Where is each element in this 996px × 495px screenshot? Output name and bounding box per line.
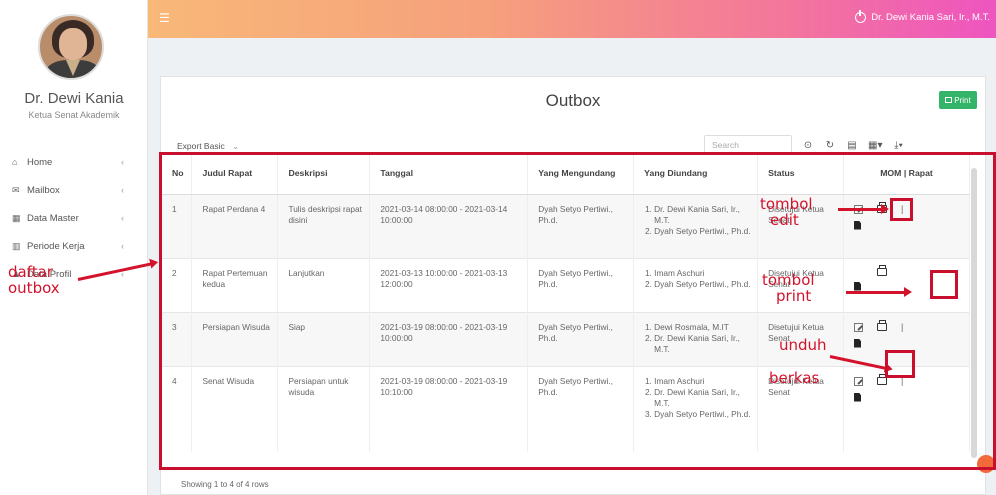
power-icon xyxy=(855,10,867,23)
user-name: Dr. Dewi Kania xyxy=(24,90,124,107)
sidebar-item-data-master[interactable]: ▦ Data Master ‹ xyxy=(0,204,148,232)
sidebar-item-label: Mailbox xyxy=(27,184,60,196)
toggle-view-icon[interactable]: ▤ xyxy=(846,138,858,152)
refresh-icon[interactable]: ↻ xyxy=(824,138,836,152)
top-user-name: Dr. Dewi Kania Sari, Ir., M.T. xyxy=(871,12,990,23)
sidebar-item-periode-kerja[interactable]: ▥ Periode Kerja ‹ xyxy=(0,232,148,260)
sidebar-item-label: Periode Kerja xyxy=(27,240,85,252)
home-icon: ⌂ xyxy=(12,157,18,167)
chevron-left-icon: ‹ xyxy=(121,157,124,167)
annotation-print-highlight xyxy=(930,270,958,299)
annotation-tombol-edit: tombol edit xyxy=(760,195,813,229)
page-title: Outbox xyxy=(545,91,601,110)
bar-chart-icon: ▥ xyxy=(12,240,21,251)
annotation-outbox-frame xyxy=(159,152,996,470)
print-button[interactable]: Print xyxy=(939,91,977,109)
annotation-edit-highlight xyxy=(890,198,913,221)
envelope-icon: ✉ xyxy=(12,184,20,195)
sidebar-item-mailbox[interactable]: ✉ Mailbox ‹ xyxy=(0,176,148,204)
printer-icon xyxy=(945,97,953,103)
sidebar-item-label: Home xyxy=(27,156,53,168)
annotation-arrow xyxy=(846,287,912,297)
annotation-download-highlight xyxy=(885,350,915,378)
user-role: Ketua Senat Akademik xyxy=(28,110,120,120)
chevron-left-icon: ‹ xyxy=(121,213,124,223)
sidebar-item-home[interactable]: ⌂ Home ‹ xyxy=(0,148,148,176)
chevron-down-icon: ⌄ xyxy=(232,141,239,151)
annotation-daftar-outbox: daftar outbox xyxy=(8,263,60,297)
export-icon[interactable]: ⤓▾ xyxy=(892,138,904,152)
chevron-left-icon: ‹ xyxy=(121,241,124,251)
grid-icon: ▦ xyxy=(12,212,21,223)
annotation-unduh-berkas: unduh berkas xyxy=(769,336,827,387)
top-user-menu[interactable]: Dr. Dewi Kania Sari, Ir., M.T. xyxy=(855,10,990,23)
annotation-tombol-print: tombol print xyxy=(762,271,815,305)
pagination-info: Showing 1 to 4 of 4 rows xyxy=(181,480,269,489)
export-label: Export Basic xyxy=(177,141,225,151)
print-label: Print xyxy=(954,95,971,105)
top-bar: ☰ Dr. Dewi Kania Sari, Ir., M.T. xyxy=(148,0,996,38)
chevron-left-icon: ‹ xyxy=(121,185,124,195)
annotation-arrow xyxy=(838,204,889,214)
sidebar-item-label: Data Master xyxy=(27,212,79,224)
avatar[interactable] xyxy=(38,14,104,80)
pagination-toggle-icon[interactable]: ⊙ xyxy=(802,138,814,152)
columns-icon[interactable]: ▦▾ xyxy=(868,138,882,152)
sidebar: Dr. Dewi Kania Ketua Senat Akademik ⌂ Ho… xyxy=(0,0,148,495)
hamburger-icon[interactable]: ☰ xyxy=(159,11,170,25)
